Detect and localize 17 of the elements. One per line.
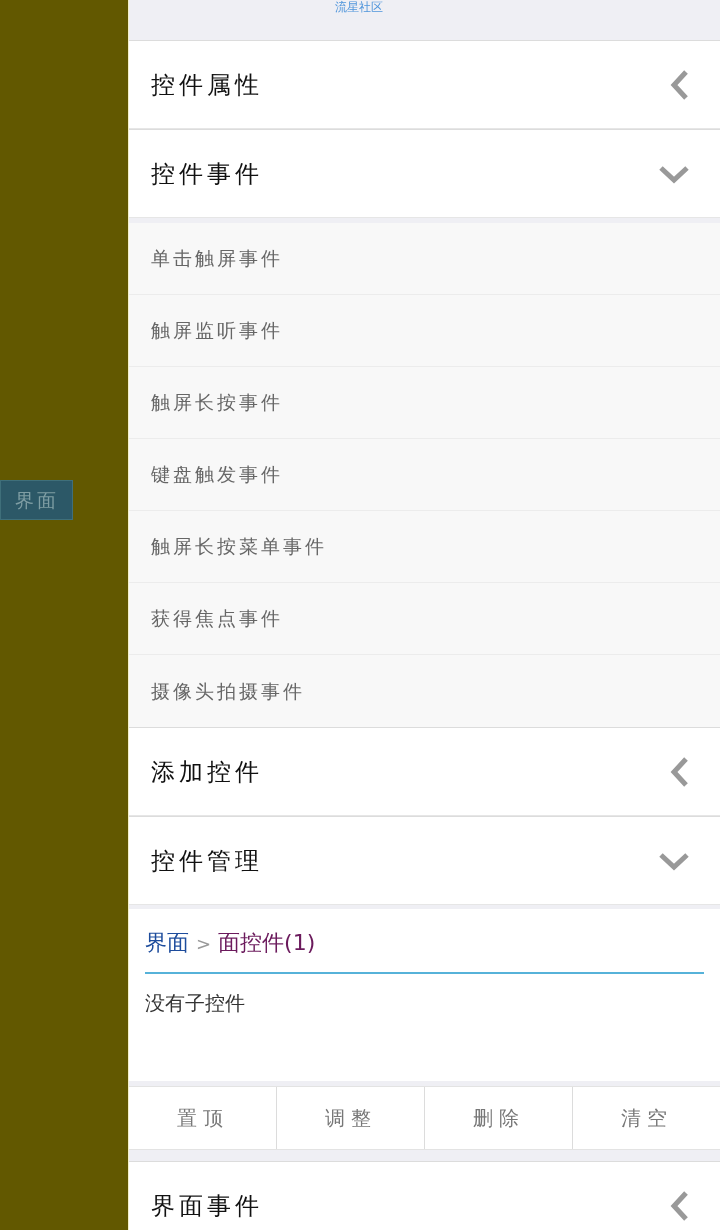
event-item[interactable]: 摄像头拍摄事件 <box>129 655 720 727</box>
breadcrumb-separator: > <box>196 932 212 956</box>
breadcrumb-current: 面控件(1) <box>218 929 316 957</box>
section-header[interactable]: 界面事件 <box>129 1161 720 1230</box>
breadcrumb-link[interactable]: 界面 <box>145 927 189 959</box>
event-item[interactable]: 触屏长按事件 <box>129 367 720 439</box>
event-item[interactable]: 键盘触发事件 <box>129 439 720 511</box>
empty-message: 没有子控件 <box>145 990 246 1017</box>
section-header[interactable]: 添加控件 <box>129 727 720 816</box>
event-item[interactable]: 获得焦点事件 <box>129 583 720 655</box>
app-title: 流星社区 <box>335 0 383 14</box>
event-item[interactable]: 触屏监听事件 <box>129 295 720 367</box>
event-item[interactable]: 触屏长按菜单事件 <box>129 511 720 583</box>
section-header[interactable]: 控件属性 <box>129 40 720 129</box>
section-header[interactable]: 控件事件 <box>129 129 720 218</box>
event-item[interactable]: 单击触屏事件 <box>129 223 720 295</box>
section-header[interactable]: 控件管理 <box>129 816 720 905</box>
